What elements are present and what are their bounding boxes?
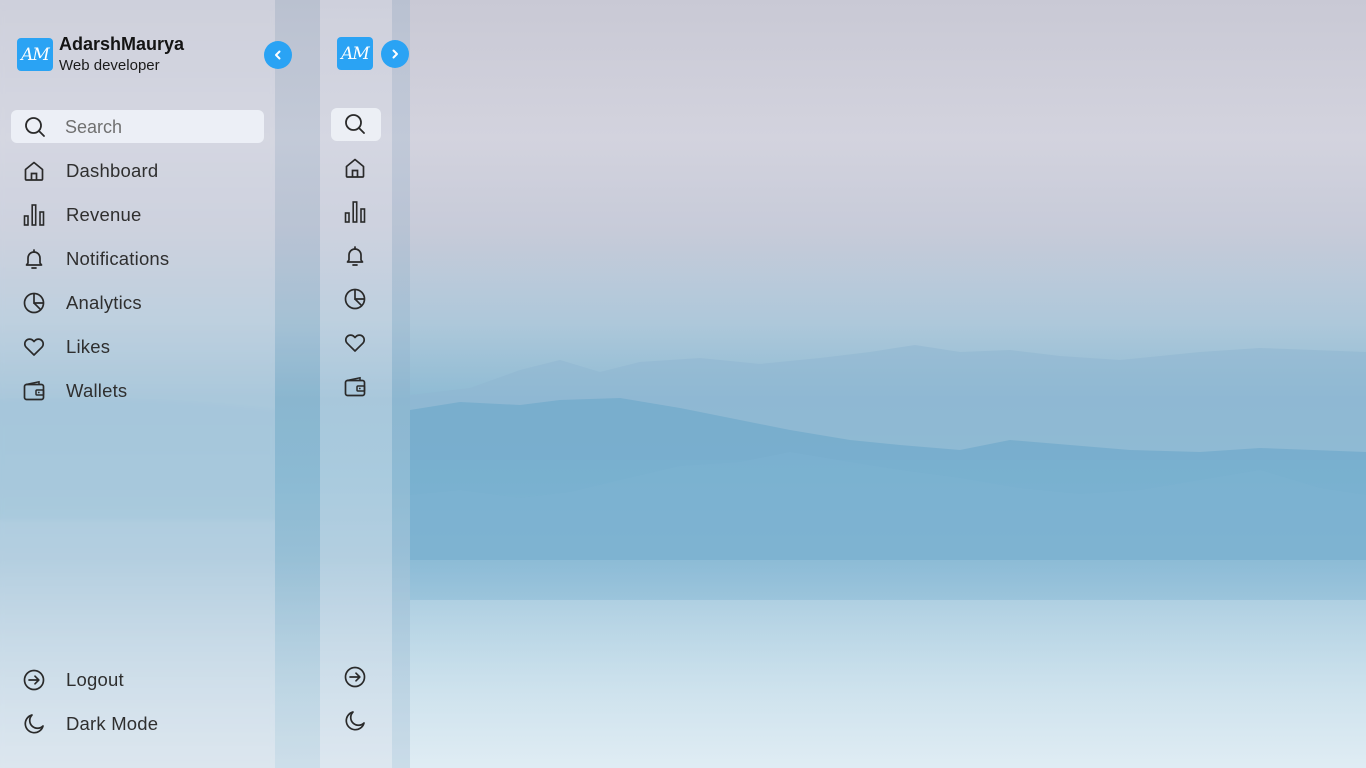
logout-label: Logout <box>66 669 124 690</box>
bar-chart-icon <box>344 201 366 223</box>
search-icon <box>25 117 45 137</box>
mini-item-wallets[interactable] <box>331 369 379 405</box>
sidebar-item-label: Revenue <box>66 204 142 225</box>
wallet-icon <box>23 380 45 401</box>
sidebar-item-label: Dashboard <box>66 160 159 181</box>
logout-icon <box>344 666 366 688</box>
sidebar-expanded: AM AdarshMaurya Web developer Dashboard … <box>0 0 292 768</box>
sidebar-item-label: Notifications <box>66 248 170 269</box>
mini-item-dashboard[interactable] <box>331 150 379 186</box>
search-icon <box>345 114 365 134</box>
user-role: Web developer <box>59 57 160 74</box>
dark-mode-toggle[interactable]: Dark Mode <box>11 704 264 744</box>
sidebar-item-revenue[interactable]: Revenue <box>11 195 264 235</box>
divider-strip <box>392 0 410 768</box>
moon-icon <box>345 711 365 731</box>
collapse-button[interactable] <box>264 41 292 69</box>
sidebar-item-label: Likes <box>66 336 111 357</box>
heart-icon <box>23 338 45 356</box>
moon-icon <box>24 714 44 734</box>
user-name: AdarshMaurya <box>59 34 185 54</box>
logo-avatar-mini: AM <box>337 37 373 70</box>
mini-logout-button[interactable] <box>331 659 379 695</box>
logo-initials: AM <box>341 43 370 64</box>
pie-chart-icon <box>23 292 45 314</box>
mini-item-likes[interactable] <box>331 325 379 361</box>
logo-initials: AM <box>21 44 50 65</box>
search-box[interactable] <box>11 110 264 143</box>
logout-button[interactable]: Logout <box>11 660 264 700</box>
logout-icon <box>23 669 45 691</box>
sidebar-item-wallets[interactable]: Wallets <box>11 371 264 411</box>
chevron-left-icon <box>275 50 281 60</box>
mini-item-revenue[interactable] <box>331 194 379 230</box>
chevron-right-icon <box>392 49 398 59</box>
sidebar-item-notifications[interactable]: Notifications <box>11 239 264 279</box>
sidebar-item-likes[interactable]: Likes <box>11 327 264 367</box>
mini-item-notifications[interactable] <box>331 238 379 274</box>
sidebar-item-label: Analytics <box>66 292 142 313</box>
dark-mode-label: Dark Mode <box>66 713 159 734</box>
bell-icon <box>346 246 364 266</box>
bell-icon <box>25 249 43 269</box>
logo-avatar: AM <box>17 38 53 71</box>
pie-chart-icon <box>344 288 366 310</box>
mini-item-analytics[interactable] <box>331 281 379 317</box>
sidebar-item-dashboard[interactable]: Dashboard <box>11 151 264 191</box>
search-input[interactable] <box>63 112 257 143</box>
sidebar-item-analytics[interactable]: Analytics <box>11 283 264 323</box>
home-icon <box>345 158 365 178</box>
mini-dark-mode-toggle[interactable] <box>331 703 379 739</box>
wallet-icon <box>344 376 366 397</box>
bar-chart-icon <box>23 204 45 226</box>
sidebar-item-label: Wallets <box>66 380 128 401</box>
heart-icon <box>344 334 366 352</box>
home-icon <box>24 161 44 181</box>
expand-button[interactable] <box>381 40 409 68</box>
divider-strip <box>275 0 320 768</box>
search-button-mini[interactable] <box>331 108 381 141</box>
